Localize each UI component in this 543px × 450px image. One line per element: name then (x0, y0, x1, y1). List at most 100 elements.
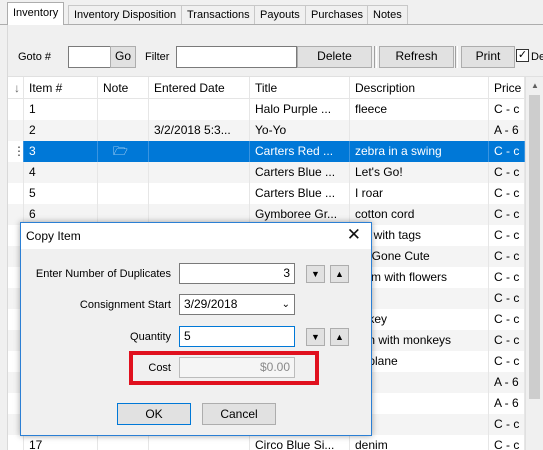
cell-title[interactable]: Carters Blue ... (250, 162, 350, 183)
refresh-button[interactable]: Refresh (379, 46, 454, 68)
quantity-input[interactable]: 5 (179, 326, 295, 347)
cell-date[interactable] (149, 99, 250, 120)
folder-icon[interactable]: 🗁 (103, 144, 128, 158)
tab-payouts[interactable]: Payouts (254, 5, 306, 24)
cell-price[interactable]: C - c (489, 225, 525, 246)
cell-title[interactable]: Carters Red ... (250, 141, 350, 162)
table-row[interactable]: ⋮ 3 🗁 Carters Red ... zebra in a swing C - c (8, 141, 543, 162)
cell-price[interactable]: A - 6 (489, 120, 525, 141)
cell-desc[interactable]: I roar (350, 183, 489, 204)
filter-input[interactable] (176, 46, 297, 68)
cell-note[interactable] (98, 120, 149, 141)
filter-label: Filter (145, 51, 170, 63)
cell-title[interactable]: Carters Blue ... (250, 183, 350, 204)
close-icon[interactable]: ✕ (347, 226, 361, 244)
column-header-description[interactable]: Description (350, 77, 489, 99)
goto-input[interactable] (68, 46, 113, 68)
table-row[interactable]: 5 Carters Blue ... I roar C - c (8, 183, 543, 204)
cell-desc[interactable]: fleece (350, 99, 489, 120)
column-header-entered-date[interactable]: Entered Date (149, 77, 250, 99)
cell-note[interactable] (98, 435, 149, 450)
cell-item[interactable]: 3 (24, 141, 98, 162)
ok-button[interactable]: OK (117, 403, 191, 425)
row-gutter[interactable] (8, 183, 24, 204)
column-header-price-code[interactable]: Price Co (489, 77, 525, 99)
cell-title[interactable]: Yo-Yo (250, 120, 350, 141)
cell-item[interactable]: 5 (24, 183, 98, 204)
cell-price[interactable]: C - c (489, 330, 525, 351)
cell-price[interactable]: A - 6 (489, 372, 525, 393)
quantity-decrease-button[interactable]: ▼ (306, 328, 325, 346)
column-header-item[interactable]: Item # (24, 77, 98, 99)
cell-note[interactable] (98, 99, 149, 120)
cell-desc[interactable]: zebra in a swing (350, 141, 489, 162)
tab-transactions[interactable]: Transactions (181, 5, 256, 24)
print-button[interactable]: Print (461, 46, 515, 68)
delete-button[interactable]: Delete (297, 46, 372, 68)
column-header-title[interactable]: Title (250, 77, 350, 99)
tab-notes[interactable]: Notes (367, 5, 408, 24)
column-header-note[interactable]: Note (98, 77, 149, 99)
cell-price[interactable]: C - c (489, 246, 525, 267)
cell-date[interactable] (149, 435, 250, 450)
quantity-label: Quantity (130, 331, 171, 343)
scrollbar-thumb[interactable] (529, 95, 540, 399)
cost-highlight-box (129, 351, 319, 385)
cell-desc[interactable]: denim (350, 435, 489, 450)
cell-item[interactable]: 17 (24, 435, 98, 450)
table-row[interactable]: 1 Halo Purple ... fleece C - c (8, 99, 543, 120)
duplicates-input[interactable]: 3 (179, 263, 295, 284)
cell-item[interactable]: 4 (24, 162, 98, 183)
cell-price[interactable]: C - c (489, 351, 525, 372)
tab-inventory-disposition[interactable]: Inventory Disposition (68, 5, 183, 24)
cell-date[interactable] (149, 141, 250, 162)
tab-inventory[interactable]: Inventory (7, 2, 65, 25)
row-gutter[interactable]: ⋮ (8, 141, 24, 162)
cell-note[interactable] (98, 183, 149, 204)
cell-price[interactable]: C - c (489, 141, 525, 162)
cell-desc[interactable]: Let's Go! (350, 162, 489, 183)
dialog-title: Copy Item (26, 229, 81, 243)
cell-price[interactable]: A - 6 (489, 393, 525, 414)
row-gutter[interactable] (8, 120, 24, 141)
duplicates-increase-button[interactable]: ▲ (330, 265, 349, 283)
go-button[interactable]: Go (110, 46, 136, 68)
consignment-start-value: 3/29/2018 (184, 297, 238, 311)
cell-price[interactable]: C - c (489, 309, 525, 330)
duplicates-decrease-button[interactable]: ▼ (306, 265, 325, 283)
cell-price[interactable]: C - c (489, 99, 525, 120)
cell-date[interactable] (149, 183, 250, 204)
cell-date[interactable]: 3/2/2018 5:3... (149, 120, 250, 141)
cell-price[interactable]: C - c (489, 288, 525, 309)
row-gutter[interactable] (8, 99, 24, 120)
table-row[interactable]: 4 Carters Blue ... Let's Go! C - c (8, 162, 543, 183)
consignment-start-select[interactable]: 3/29/2018 ⌄ (179, 294, 295, 315)
row-gutter[interactable] (8, 435, 24, 450)
cell-item[interactable]: 2 (24, 120, 98, 141)
cell-date[interactable] (149, 162, 250, 183)
table-row[interactable]: 2 3/2/2018 5:3... Yo-Yo A - 6 (8, 120, 543, 141)
cancel-button[interactable]: Cancel (202, 403, 276, 425)
dialog-titlebar: Copy Item ✕ (21, 223, 371, 249)
cell-note[interactable] (98, 162, 149, 183)
cell-item[interactable]: 1 (24, 99, 98, 120)
cell-price[interactable]: C - c (489, 435, 525, 450)
copy-item-dialog: Copy Item ✕ Enter Number of Duplicates 3… (20, 222, 372, 436)
cell-title[interactable]: Halo Purple ... (250, 99, 350, 120)
scroll-up-arrow-icon[interactable]: ▲ (526, 77, 543, 94)
row-gutter[interactable] (8, 162, 24, 183)
cell-price[interactable]: C - c (489, 267, 525, 288)
toolbar-checkbox[interactable]: ✓ (516, 49, 529, 62)
table-row[interactable]: 17 Circo Blue Si... denim C - c (8, 435, 543, 450)
cell-price[interactable]: C - c (489, 162, 525, 183)
cell-desc[interactable] (350, 120, 489, 141)
cell-note[interactable]: 🗁 (98, 141, 149, 162)
quantity-increase-button[interactable]: ▲ (330, 328, 349, 346)
cell-title[interactable]: Circo Blue Si... (250, 435, 350, 450)
tab-purchases[interactable]: Purchases (305, 5, 369, 24)
cell-price[interactable]: C - c (489, 204, 525, 225)
vertical-scrollbar[interactable]: ▲ (525, 77, 543, 450)
cell-price[interactable]: C - c (489, 183, 525, 204)
goto-label: Goto # (18, 51, 52, 63)
cell-price[interactable]: C - c (489, 414, 525, 435)
